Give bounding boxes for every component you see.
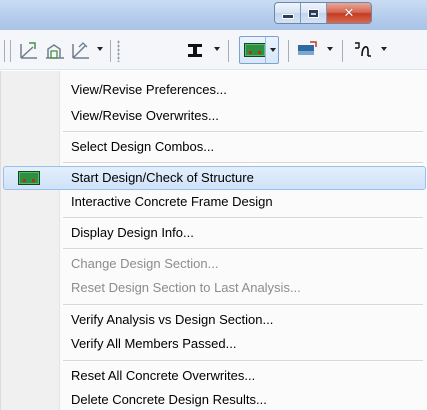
design-check-icon bbox=[18, 171, 40, 185]
menu-separator bbox=[63, 248, 423, 249]
toolbar-button-divider bbox=[265, 37, 266, 63]
menu-item-interactive-concrete-frame-design[interactable]: Interactive Concrete Frame Design bbox=[3, 190, 426, 214]
toolbar-separator bbox=[228, 40, 229, 62]
menu-separator bbox=[63, 162, 423, 163]
toolbar-grip[interactable] bbox=[117, 40, 120, 62]
window-titlebar: ✕ bbox=[0, 0, 427, 30]
close-button[interactable]: ✕ bbox=[327, 3, 371, 23]
menu-item-label: View/Revise Preferences... bbox=[71, 82, 227, 97]
section-icon[interactable] bbox=[184, 39, 206, 61]
toolbar-separator bbox=[342, 40, 343, 62]
menu-item-label: Interactive Concrete Frame Design bbox=[71, 194, 273, 209]
chevron-down-icon[interactable] bbox=[270, 48, 276, 52]
menu-item-display-design-info[interactable]: Display Design Info... bbox=[3, 221, 426, 245]
menu-item-verify-analysis-vs-design[interactable]: Verify Analysis vs Design Section... bbox=[3, 308, 426, 332]
display-type-icon[interactable] bbox=[296, 39, 318, 61]
menu-item-label: Delete Concrete Design Results... bbox=[71, 392, 267, 407]
window-caption-buttons: ✕ bbox=[274, 2, 372, 24]
maximize-icon bbox=[308, 8, 319, 18]
menu-item-change-design-section: Change Design Section... bbox=[3, 252, 426, 276]
concrete-design-button[interactable] bbox=[239, 36, 279, 64]
chevron-down-icon[interactable] bbox=[327, 47, 333, 51]
menu-item-label: Reset All Concrete Overwrites... bbox=[71, 368, 256, 383]
menu-item-reset-all-concrete-overwrites[interactable]: Reset All Concrete Overwrites... bbox=[3, 364, 426, 388]
menu-separator bbox=[63, 304, 423, 305]
menu-item-label: Change Design Section... bbox=[71, 256, 219, 271]
design-dropdown-menu: View/Revise Preferences... View/Revise O… bbox=[0, 71, 427, 410]
toolbar-separator bbox=[110, 40, 111, 62]
menu-item-label: Start Design/Check of Structure bbox=[71, 170, 254, 185]
toolbar-separator bbox=[10, 40, 11, 62]
menu-item-label: Verify All Members Passed... bbox=[71, 336, 237, 351]
menu-item-label: Display Design Info... bbox=[71, 225, 194, 240]
minimize-button[interactable] bbox=[275, 3, 301, 23]
concrete-design-icon bbox=[244, 43, 266, 57]
menu-item-view-revise-preferences[interactable]: View/Revise Preferences... bbox=[3, 78, 426, 102]
menu-item-delete-concrete-design-results[interactable]: Delete Concrete Design Results... bbox=[3, 388, 426, 410]
maximize-button[interactable] bbox=[301, 3, 327, 23]
menu-item-label: View/Revise Overwrites... bbox=[71, 108, 219, 123]
menu-item-label: Verify Analysis vs Design Section... bbox=[71, 312, 274, 327]
menu-separator bbox=[63, 217, 423, 218]
menu-item-verify-all-members-passed[interactable]: Verify All Members Passed... bbox=[3, 332, 426, 356]
menu-item-label: Reset Design Section to Last Analysis... bbox=[71, 280, 301, 295]
menu-item-select-design-combos[interactable]: Select Design Combos... bbox=[3, 135, 426, 159]
moment-diagram-icon[interactable] bbox=[352, 39, 374, 61]
rotate-view-icon[interactable] bbox=[44, 39, 66, 61]
toolbar-separator bbox=[4, 40, 5, 62]
chevron-down-icon[interactable] bbox=[214, 47, 220, 51]
menu-separator bbox=[63, 360, 423, 361]
menu-separator bbox=[63, 131, 423, 132]
chevron-down-icon[interactable] bbox=[97, 47, 103, 51]
menu-item-view-revise-overwrites[interactable]: View/Revise Overwrites... bbox=[3, 104, 426, 128]
chevron-down-icon[interactable] bbox=[381, 47, 387, 51]
menu-item-start-design-check[interactable]: Start Design/Check of Structure bbox=[3, 166, 426, 190]
menu-item-label: Select Design Combos... bbox=[71, 139, 215, 154]
perspective-view-icon[interactable] bbox=[70, 39, 92, 61]
toolbar bbox=[0, 30, 427, 70]
minimize-icon bbox=[281, 14, 294, 19]
toolbar-separator bbox=[288, 40, 289, 62]
menu-item-reset-design-section: Reset Design Section to Last Analysis... bbox=[3, 276, 426, 300]
view-icon[interactable] bbox=[18, 39, 40, 61]
close-icon: ✕ bbox=[343, 5, 355, 21]
